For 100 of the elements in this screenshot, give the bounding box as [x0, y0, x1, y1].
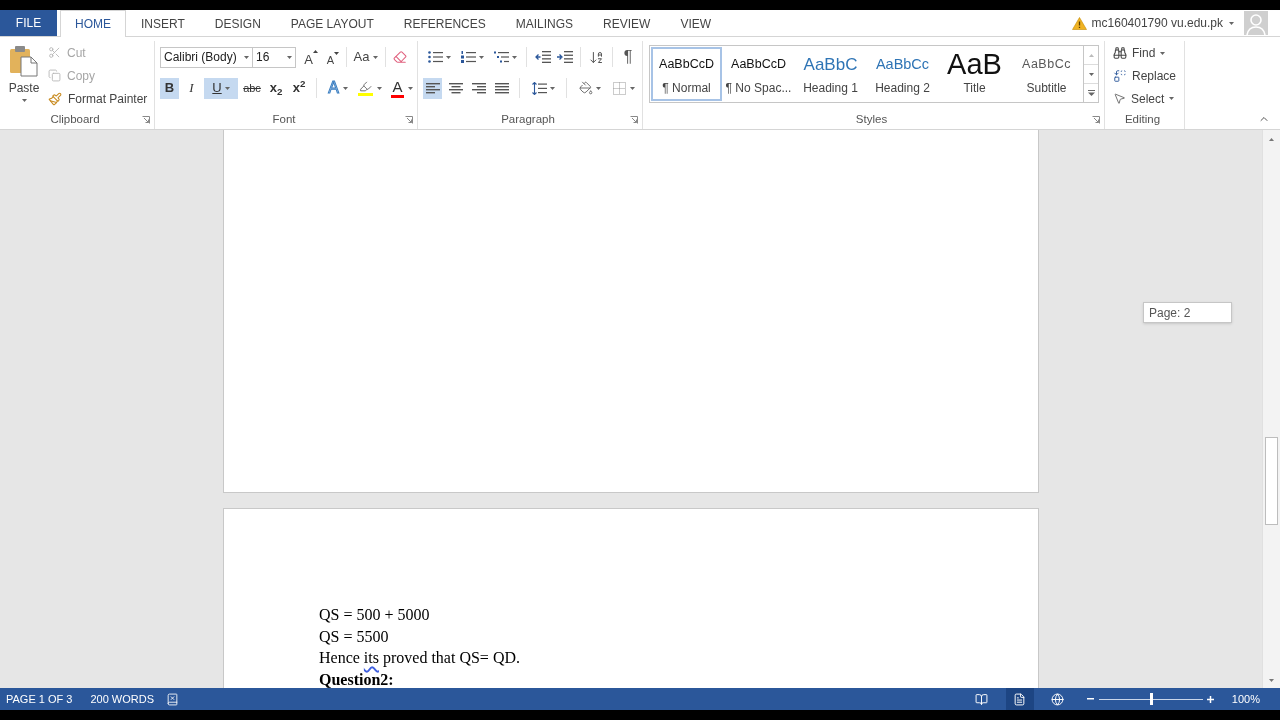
ribbon-tab[interactable]: HOME [60, 10, 126, 37]
caret-icon [373, 55, 379, 59]
caret-icon [1229, 21, 1234, 25]
view-button[interactable] [1005, 688, 1034, 710]
paintbrush-icon [48, 91, 62, 106]
caret-icon [1269, 678, 1274, 682]
dialog-launcher-icon[interactable] [630, 115, 638, 124]
zoom-slider[interactable] [1098, 693, 1203, 705]
caret-icon [596, 86, 601, 90]
italic-button[interactable]: I [182, 77, 201, 99]
caret-icon [478, 55, 484, 59]
document-text: Question2: [319, 669, 394, 688]
replace-icon [1113, 69, 1127, 83]
account-button[interactable]: mc160401790 vu.edu.pk [1091, 14, 1234, 32]
ribbon-tab[interactable]: PAGE LAYOUT [275, 10, 389, 37]
caret-icon [445, 55, 451, 59]
zoom-level: 100% [1231, 691, 1260, 707]
paste-button[interactable]: Paste [6, 41, 42, 107]
caret-icon [334, 51, 340, 55]
bold-button[interactable]: B [160, 77, 179, 99]
caret-icon [408, 86, 413, 90]
caret-icon [1088, 72, 1094, 76]
dialog-launcher-icon[interactable] [142, 115, 150, 124]
globe-icon [1051, 692, 1065, 706]
sort-icon [589, 49, 604, 65]
caret-icon [377, 86, 382, 90]
caret-icon [21, 99, 27, 102]
clipboard-icon [9, 45, 39, 77]
multilevel-list-icon [493, 51, 509, 63]
scrollbar-thumb[interactable] [1265, 437, 1278, 525]
bullet-list-icon [427, 51, 443, 63]
align-left-icon [425, 82, 440, 94]
change-case-button[interactable]: Aa [351, 46, 381, 68]
document-text: Hence its proved that QS= QD. [319, 648, 520, 669]
decrease-indent-icon [534, 51, 551, 63]
ribbon-tab[interactable]: MAILINGS [500, 10, 589, 37]
group-label: Clipboard [50, 113, 100, 126]
dialog-launcher-icon[interactable] [1092, 115, 1100, 124]
book-icon [166, 692, 179, 706]
caret-icon [549, 86, 555, 90]
group-label: Styles [855, 113, 888, 126]
line-spacing-icon [531, 81, 547, 95]
group-label: Editing [1124, 113, 1161, 126]
caret-icon [287, 55, 292, 59]
caret-icon [244, 55, 249, 59]
eraser-icon [393, 50, 407, 64]
numbered-list-icon [460, 51, 476, 63]
page-icon [1013, 692, 1027, 706]
caret-icon [1169, 97, 1175, 101]
ribbon-tab[interactable]: VIEW [665, 10, 727, 37]
highlighter-icon [358, 80, 373, 96]
file-tab[interactable]: FILE [0, 10, 57, 36]
align-right-icon [471, 82, 486, 94]
caret-icon [511, 55, 517, 59]
editing-command[interactable]: Replace [1113, 64, 1177, 88]
ribbon-tab[interactable]: INSERT [126, 10, 200, 37]
scissors-icon [48, 46, 61, 59]
style-item[interactable]: AaBbC Heading 1 [795, 47, 866, 101]
paint-bucket-icon [579, 81, 593, 95]
editing-command[interactable]: Find [1113, 42, 1177, 65]
alignment-button[interactable] [423, 77, 442, 99]
vertical-scrollbar[interactable] [1262, 130, 1280, 688]
ribbon-tab[interactable]: REVIEW [588, 10, 666, 37]
underline-button[interactable]: U [204, 77, 238, 99]
grow-font-button[interactable]: A [302, 46, 320, 68]
font-size-field[interactable]: 16 [253, 46, 296, 68]
caret-icon [1160, 51, 1166, 55]
show-marks-button[interactable]: ¶ [618, 46, 638, 68]
justify-icon [494, 82, 509, 94]
book-icon [975, 692, 989, 706]
subscript-button[interactable]: x$_{2}$ [266, 77, 286, 99]
dialog-launcher-icon[interactable] [405, 115, 413, 124]
strikethrough-button[interactable]: abc [241, 77, 263, 99]
font-name-field[interactable]: Calibri (Body) [160, 46, 253, 68]
ribbon-tab[interactable]: REFERENCES [388, 10, 501, 37]
ribbon-tab[interactable]: DESIGN [199, 10, 276, 37]
style-item[interactable]: AaBbCc Subtitle [1011, 47, 1082, 101]
group-label: Font [272, 113, 296, 126]
page-tooltip: Page: 2 [1143, 302, 1232, 323]
style-item[interactable]: AaBbCcD ¶ Normal [651, 47, 722, 101]
font-color-button[interactable]: A [388, 77, 416, 99]
page-count: PAGE 1 OF 3 [6, 691, 73, 707]
slider-thumb[interactable] [1149, 693, 1153, 705]
superscript-button[interactable]: x$^{2}$ [289, 77, 309, 99]
clipboard-command[interactable]: Format Painter [48, 87, 148, 110]
editing-command[interactable]: Select [1113, 87, 1177, 110]
color-swatch-icon [391, 94, 404, 98]
caret-icon [1088, 53, 1094, 57]
binoculars-icon [1113, 46, 1127, 61]
pointer-icon [1113, 92, 1126, 106]
caret-icon [312, 49, 318, 53]
increase-indent-icon [556, 51, 573, 63]
borders-icon [613, 81, 626, 95]
shrink-font-button[interactable]: A [324, 46, 342, 68]
document-text: QS = 5500 [319, 626, 389, 647]
minus-icon [1087, 698, 1095, 700]
caret-icon [224, 86, 230, 90]
style-item[interactable]: AaBbCc Heading 2 [867, 47, 938, 101]
style-item[interactable]: AaB Title [939, 47, 1010, 101]
style-item[interactable]: AaBbCcD ¶ No Spac... [723, 47, 794, 101]
